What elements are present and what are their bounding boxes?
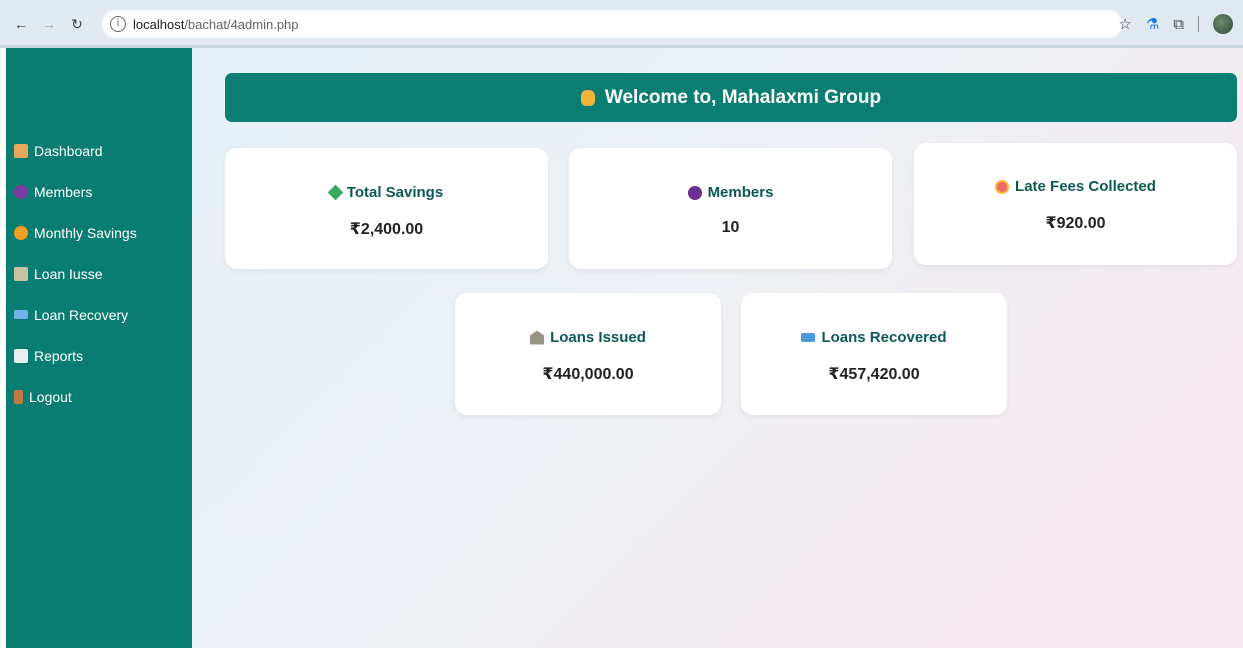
credit-card-icon bbox=[14, 310, 28, 319]
address-bar[interactable]: i localhost/bachat/4admin.php bbox=[102, 10, 1122, 38]
sidebar-item-loan-issue[interactable]: Loan Iusse bbox=[6, 253, 192, 294]
total-savings-card: Total Savings ₹2,400.00 bbox=[225, 148, 548, 269]
toolbar-divider bbox=[1198, 16, 1199, 32]
main-content: Welcome to, Mahalaxmi Group Total Saving… bbox=[192, 48, 1243, 648]
sidebar-item-label: Reports bbox=[34, 347, 84, 364]
late-fees-title: Late Fees Collected bbox=[1015, 178, 1156, 195]
door-icon bbox=[14, 389, 23, 404]
loans-recovered-title: Loans Recovered bbox=[821, 329, 947, 346]
loans-recovered-card: Loans Recovered ₹457,420.00 bbox=[741, 293, 1007, 415]
house-icon bbox=[14, 143, 28, 158]
late-fees-card: Late Fees Collected ₹920.00 bbox=[914, 143, 1237, 265]
credit-card-icon bbox=[801, 333, 816, 342]
url-host: localhost bbox=[133, 16, 185, 32]
people-icon bbox=[14, 184, 28, 199]
loans-issued-card: Loans Issued ₹440,000.00 bbox=[455, 293, 721, 415]
puzzle-icon[interactable]: ⧉ bbox=[1173, 16, 1184, 33]
sidebar-item-logout[interactable]: Logout bbox=[6, 376, 192, 417]
document-icon bbox=[14, 348, 28, 363]
sidebar: Dashboard Members Monthly Savings Loan I… bbox=[6, 48, 192, 648]
browser-toolbar: ← → ↻ i localhost/bachat/4admin.php ☆ ⚗ … bbox=[0, 0, 1243, 48]
waving-hand-icon bbox=[580, 89, 595, 106]
star-icon[interactable]: ☆ bbox=[1118, 15, 1131, 33]
welcome-banner: Welcome to, Mahalaxmi Group bbox=[225, 73, 1237, 122]
extension-flask-icon[interactable]: ⚗ bbox=[1146, 15, 1159, 33]
browser-tools: ☆ ⚗ ⧉ bbox=[1118, 0, 1233, 48]
sidebar-item-label: Logout bbox=[29, 388, 72, 405]
sidebar-item-label: Members bbox=[34, 183, 93, 200]
sidebar-item-label: Monthly Savings bbox=[34, 224, 137, 241]
members-card: Members 10 bbox=[569, 148, 892, 269]
back-arrow-icon[interactable]: ← bbox=[10, 13, 32, 35]
card-title: Total Savings bbox=[327, 184, 444, 201]
sidebar-item-monthly-savings[interactable]: Monthly Savings bbox=[6, 212, 192, 253]
members-title: Members bbox=[707, 184, 774, 201]
total-savings-value: ₹2,400.00 bbox=[349, 221, 424, 238]
profile-avatar[interactable] bbox=[1213, 14, 1233, 34]
sidebar-item-label: Dashboard bbox=[34, 142, 103, 159]
total-savings-title: Total Savings bbox=[346, 184, 444, 201]
forward-arrow-icon[interactable]: → bbox=[38, 13, 60, 35]
info-icon[interactable]: i bbox=[110, 16, 126, 32]
sidebar-item-label: Loan Recovery bbox=[34, 306, 129, 323]
bank-icon bbox=[530, 330, 545, 345]
loans-issued-title: Loans Issued bbox=[550, 329, 646, 346]
loans-issued-value: ₹440,000.00 bbox=[542, 366, 634, 383]
alarm-clock-icon bbox=[995, 179, 1010, 194]
card-title: Late Fees Collected bbox=[995, 178, 1156, 195]
card-title: Loans Recovered bbox=[801, 329, 947, 346]
sidebar-item-loan-recovery[interactable]: Loan Recovery bbox=[6, 294, 192, 335]
people-icon bbox=[687, 185, 702, 200]
bank-icon bbox=[14, 266, 28, 281]
card-title: Loans Issued bbox=[530, 329, 646, 346]
sidebar-item-label: Loan Iusse bbox=[34, 265, 103, 282]
card-title: Members bbox=[687, 184, 774, 201]
sidebar-item-reports[interactable]: Reports bbox=[6, 335, 192, 376]
money-bag-icon bbox=[14, 225, 28, 240]
late-fees-value: ₹920.00 bbox=[1045, 215, 1106, 232]
sidebar-item-members[interactable]: Members bbox=[6, 171, 192, 212]
reload-icon[interactable]: ↻ bbox=[66, 13, 88, 35]
money-wings-icon bbox=[327, 184, 344, 201]
welcome-text: Welcome to, Mahalaxmi Group bbox=[604, 86, 882, 108]
url-path: /bachat/4admin.php bbox=[184, 16, 299, 32]
members-value: 10 bbox=[721, 219, 740, 236]
sidebar-item-dashboard[interactable]: Dashboard bbox=[6, 130, 192, 171]
loans-recovered-value: ₹457,420.00 bbox=[828, 366, 920, 383]
